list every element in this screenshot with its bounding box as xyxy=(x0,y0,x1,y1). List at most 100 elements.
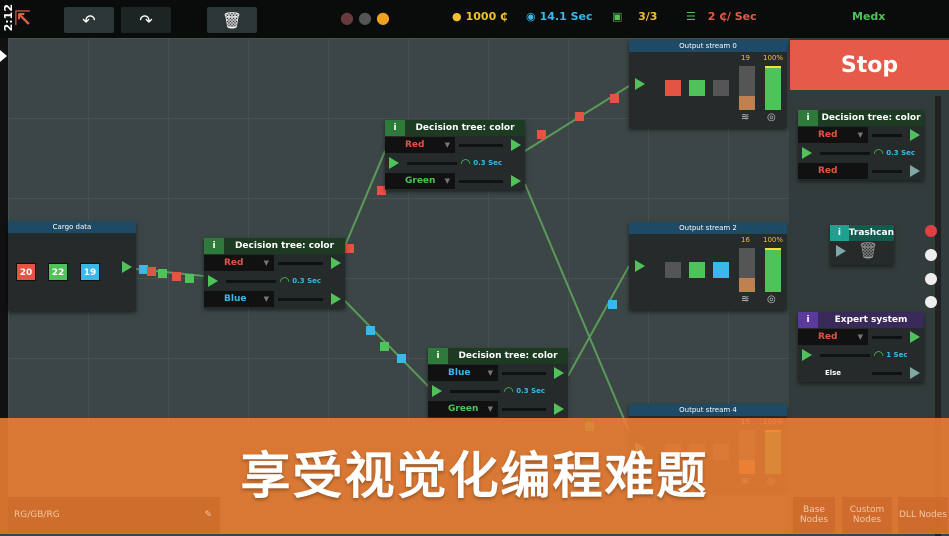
dropdown-icon: ▼ xyxy=(487,405,493,413)
page-dot[interactable] xyxy=(925,296,937,308)
node-title: Trashcan xyxy=(848,228,894,238)
output-port[interactable] xyxy=(910,331,920,343)
dropdown-icon: ▼ xyxy=(857,333,863,341)
undo-button[interactable]: ↶ xyxy=(64,7,114,33)
output-stream-node[interactable]: Output stream 0 19 100% ≋ ◎ xyxy=(629,40,787,128)
input-port[interactable] xyxy=(432,385,442,397)
coins: ● 1000 ₵ xyxy=(452,10,508,23)
level-name-field[interactable]: RG/GB/RG ✎ xyxy=(8,497,220,533)
 xyxy=(407,161,457,165)
palette-decision-tree[interactable]: i Decision tree: color Red ▼ ◠ 0.3 Sec Red xyxy=(798,110,924,180)
expected-item xyxy=(713,262,729,278)
node-title: Cargo data xyxy=(8,221,136,233)
color-select[interactable]: Green ▼ xyxy=(428,401,498,417)
page-dot-active[interactable] xyxy=(925,225,937,237)
input-port[interactable] xyxy=(635,78,645,90)
dropdown-icon: ▼ xyxy=(857,131,863,139)
delete-button[interactable]: 🗑 xyxy=(207,7,257,33)
tab-dll-nodes[interactable]: DLL Nodes xyxy=(898,497,948,533)
info-icon[interactable]: i xyxy=(204,238,224,254)
stopwatch-icon: ◉ xyxy=(526,10,536,23)
node-title: Output stream 4 xyxy=(629,404,787,416)
palette-trashcan[interactable]: i Trashcan 🗑 xyxy=(830,225,894,265)
input-port[interactable] xyxy=(802,349,812,361)
info-icon[interactable]: i xyxy=(428,348,448,364)
cargo-value: 19 xyxy=(80,263,100,281)
tab-base-nodes[interactable]: Base Nodes xyxy=(793,497,835,533)
stop-button[interactable]: Stop xyxy=(790,40,949,90)
top-bar: 2:12 ⇱ ↶ ↷ 🗑 ●●● ● 1000 ₵ ◉ 14.1 Sec ▣ 3/3… xyxy=(0,0,949,38)
edit-icon[interactable]: ✎ xyxy=(204,510,212,520)
cargo-data-node[interactable]: Cargo data 20 22 19 xyxy=(8,221,136,311)
info-icon[interactable]: i xyxy=(385,120,405,136)
info-icon[interactable]: i xyxy=(798,312,818,328)
speed-gauge-icon: ◠ xyxy=(874,348,884,362)
node-title: Output stream 0 xyxy=(629,40,787,52)
output-port[interactable] xyxy=(511,139,521,151)
speed-label: 0.3 Sec xyxy=(473,159,503,167)
output-port[interactable] xyxy=(511,175,521,187)
output-row: Red ▼ xyxy=(204,254,345,272)
color-select[interactable]: Red ▼ xyxy=(385,137,455,153)
dropdown-icon: ▼ xyxy=(444,177,450,185)
 xyxy=(820,353,870,357)
coin-icon: ● xyxy=(452,10,462,23)
medal-icon: ● xyxy=(375,8,394,27)
decision-tree-node[interactable]: i Decision tree: color Red ▼ ◠ 0.3 Sec Green ▼ xyxy=(385,120,525,190)
color-select[interactable]: Blue ▼ xyxy=(204,291,274,307)
color-select[interactable]: Red ▼ xyxy=(798,329,868,345)
 xyxy=(459,179,503,183)
output-port[interactable] xyxy=(331,293,341,305)
color-select[interactable]: Blue ▼ xyxy=(428,365,498,381)
redo-button[interactable]: ↷ xyxy=(121,7,171,33)
input-port[interactable] xyxy=(836,245,846,257)
rate: ☰ 2 ₵/ Sec xyxy=(686,10,757,23)
tab-custom-nodes[interactable]: Custom Nodes xyxy=(842,497,892,533)
 xyxy=(820,151,870,155)
output-port[interactable] xyxy=(910,367,920,379)
 xyxy=(278,261,323,265)
percent-label: 100% xyxy=(763,54,784,62)
back-arrow-icon[interactable]: ⇱ xyxy=(14,6,31,30)
selected-color: Green xyxy=(448,404,479,414)
cargo-item xyxy=(366,326,375,335)
speed-gauge-icon: ◠ xyxy=(461,156,471,170)
node-title: Decision tree: color xyxy=(234,241,335,251)
color-select[interactable]: Red ▼ xyxy=(204,255,274,271)
 xyxy=(450,389,500,393)
page-dot[interactable] xyxy=(925,249,937,261)
decision-tree-node[interactable]: i Decision tree: color Blue ▼ ◠ 0.3 Sec Green ▼ xyxy=(428,348,568,418)
color-select[interactable]: Red xyxy=(798,163,868,179)
undo-icon: ↶ xyxy=(82,10,96,30)
palette-expert-system[interactable]: i Expert system Red ▼ ◠ 1 Sec Else xyxy=(798,312,924,382)
color-select[interactable]: Red ▼ xyxy=(798,127,868,143)
output-port[interactable] xyxy=(122,261,132,273)
input-port[interactable] xyxy=(389,157,399,169)
info-icon[interactable]: i xyxy=(830,225,849,241)
input-row: ◠ 1 Sec xyxy=(798,346,924,364)
input-port[interactable] xyxy=(635,260,645,272)
page-dot[interactable] xyxy=(925,273,937,285)
decision-tree-node[interactable]: i Decision tree: color Red ▼ ◠ 0.3 Sec Blue ▼ xyxy=(204,238,345,308)
output-port[interactable] xyxy=(910,165,920,177)
output-port[interactable] xyxy=(554,367,564,379)
selected-color: Red xyxy=(818,130,838,140)
speed-label: 0.3 Sec xyxy=(292,277,322,285)
output-port[interactable] xyxy=(554,403,564,415)
node-title: Decision tree: color xyxy=(821,113,921,123)
color-select[interactable]: Green ▼ xyxy=(385,173,455,189)
memory-icon: ▣ xyxy=(612,10,623,23)
output-port[interactable] xyxy=(331,257,341,269)
cargo-item xyxy=(158,269,167,278)
cargo-item xyxy=(608,300,617,309)
output-row: Blue ▼ xyxy=(204,290,345,308)
info-icon[interactable]: i xyxy=(798,110,818,126)
server-icon: ☰ xyxy=(686,10,696,23)
output-port[interactable] xyxy=(910,129,920,141)
input-port[interactable] xyxy=(208,275,218,287)
trash-icon: 🗑 xyxy=(221,10,243,30)
output-stream-node[interactable]: Output stream 2 16 100% ≋ ◎ xyxy=(629,222,787,310)
node-header: i Decision tree: color xyxy=(204,238,345,254)
input-row: ◠ 0.3 Sec xyxy=(204,272,345,290)
input-port[interactable] xyxy=(802,147,812,159)
